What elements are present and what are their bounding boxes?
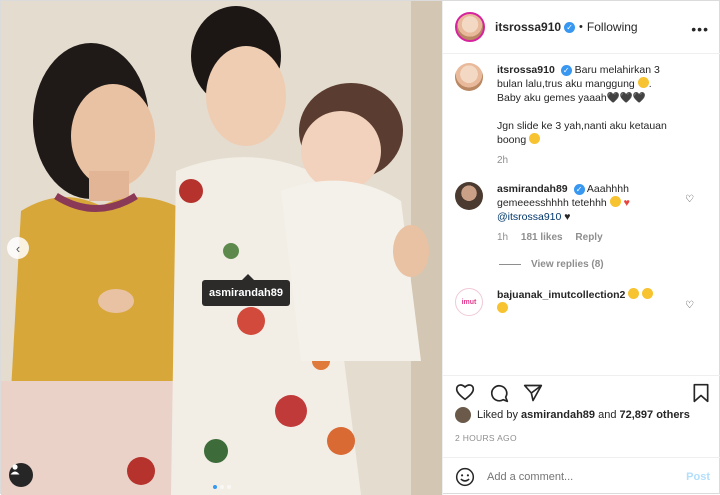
comment-body: asmirandah89 ✓ Aaahhhh gemeeesshhhh tete… bbox=[497, 182, 677, 245]
comment-item: imut bajuanak_imutcollection2 ♡ bbox=[443, 288, 720, 316]
caption-text-line3: Jgn slide ke 3 yah,nanti aku ketauan boo… bbox=[497, 120, 667, 146]
heart-eyes-emoji-icon bbox=[642, 288, 654, 299]
post-sidebar: itsrossa910 ✓ • Following ••• itsrossa91… bbox=[442, 1, 720, 495]
caption-time-label: 2h bbox=[497, 155, 509, 166]
like-comment-icon[interactable]: ♡ bbox=[685, 300, 694, 311]
comment-bubble-icon[interactable] bbox=[489, 383, 509, 403]
comment-item: asmirandah89 ✓ Aaahhhh gemeeesshhhh tete… bbox=[443, 182, 720, 245]
commenter-username[interactable]: bajuanak_imutcollection2 bbox=[497, 289, 625, 301]
previous-slide-button[interactable]: ‹ bbox=[7, 237, 29, 259]
red-heart-icon: ♥ bbox=[623, 197, 630, 209]
liker-avatar[interactable] bbox=[455, 407, 471, 423]
view-replies-label: View replies (8) bbox=[531, 259, 604, 270]
verified-badge-icon: ✓ bbox=[560, 64, 572, 76]
user-icon bbox=[10, 464, 20, 475]
chevron-left-icon: ‹ bbox=[15, 240, 21, 256]
caption-time: 2h bbox=[497, 154, 677, 168]
liker-username[interactable]: asmirandah89 bbox=[521, 409, 595, 421]
post-actions bbox=[443, 375, 720, 405]
view-replies-button[interactable]: View replies (8) bbox=[499, 259, 720, 270]
likes-others-button[interactable]: 72,897 others bbox=[620, 409, 690, 421]
caption-text-line2: Baby aku gemes yaaah🖤🖤🖤 bbox=[497, 92, 646, 104]
header-separator: • bbox=[579, 21, 583, 33]
caption-username[interactable]: itsrossa910 bbox=[497, 64, 555, 76]
photo-illustration bbox=[1, 1, 442, 495]
more-options-icon[interactable]: ••• bbox=[691, 21, 709, 37]
likes-and-label: and bbox=[598, 409, 617, 421]
user-tag-bubble[interactable]: asmirandah89 bbox=[202, 274, 290, 306]
save-bookmark-icon[interactable] bbox=[692, 383, 710, 403]
post-timestamp: 2 HOURS AGO bbox=[455, 433, 517, 443]
tagged-users-button[interactable] bbox=[9, 463, 33, 487]
verified-badge-icon: ✓ bbox=[573, 183, 585, 195]
carousel-dot bbox=[227, 485, 231, 489]
likes-summary: Liked by asmirandah89 and 72,897 others bbox=[455, 407, 690, 423]
emoji-picker-icon[interactable] bbox=[455, 467, 475, 487]
commenter-avatar[interactable] bbox=[455, 182, 483, 210]
carousel-dot bbox=[213, 485, 217, 489]
carousel-indicator bbox=[213, 485, 231, 489]
post-photo[interactable]: ‹ asmirandah89 bbox=[1, 1, 442, 495]
author-username[interactable]: itsrossa910 bbox=[495, 20, 561, 34]
commenter-avatar[interactable]: imut bbox=[455, 288, 483, 316]
comments-list[interactable]: itsrossa910 ✓ Baru melahirkan 3 bulan la… bbox=[443, 63, 720, 368]
comment-reply-button[interactable]: Reply bbox=[575, 232, 602, 243]
comment-meta: 1h 181 likes Reply bbox=[497, 231, 677, 245]
tongue-emoji-icon bbox=[529, 133, 541, 144]
like-heart-icon[interactable] bbox=[455, 383, 475, 401]
heart-eyes-emoji-icon bbox=[497, 302, 508, 313]
comment-time: 1h bbox=[497, 232, 509, 243]
commenter-username[interactable]: asmirandah89 bbox=[497, 183, 568, 195]
comment-input[interactable] bbox=[487, 470, 687, 483]
share-icon[interactable] bbox=[523, 383, 543, 403]
black-heart-icon: ♥ bbox=[564, 211, 571, 223]
caption-body: itsrossa910 ✓ Baru melahirkan 3 bulan la… bbox=[497, 63, 677, 168]
caption: itsrossa910 ✓ Baru melahirkan 3 bulan la… bbox=[443, 63, 720, 168]
comment-composer: Post bbox=[443, 457, 720, 495]
follow-status-button[interactable]: Following bbox=[587, 20, 638, 34]
liked-by-label: Liked by bbox=[477, 409, 518, 421]
post-modal: ‹ asmirandah89 itsrossa910 ✓ • Following… bbox=[0, 0, 720, 495]
comment-mention[interactable]: @itsrossa910 bbox=[497, 211, 561, 223]
like-comment-icon[interactable]: ♡ bbox=[685, 194, 694, 205]
post-header: itsrossa910 ✓ • Following ••• bbox=[443, 1, 720, 54]
author-avatar[interactable] bbox=[455, 12, 485, 42]
heart-eyes-emoji-icon bbox=[628, 288, 640, 299]
verified-badge-icon: ✓ bbox=[564, 21, 576, 33]
carousel-dot bbox=[220, 485, 224, 489]
heart-eyes-emoji-icon bbox=[609, 196, 621, 207]
grin-emoji-icon bbox=[637, 77, 649, 88]
comment-body: bajuanak_imutcollection2 bbox=[497, 288, 677, 316]
caption-avatar[interactable] bbox=[455, 63, 483, 91]
post-comment-button[interactable]: Post bbox=[686, 471, 710, 483]
comment-likes[interactable]: 181 likes bbox=[521, 232, 563, 243]
